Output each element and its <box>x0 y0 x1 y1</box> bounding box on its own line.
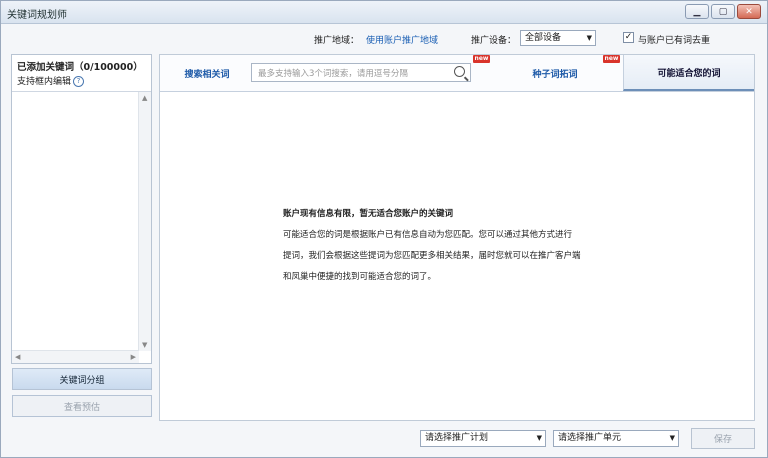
keyword-group-button[interactable]: 关键词分组 <box>12 368 152 390</box>
search-icon[interactable] <box>454 66 465 77</box>
scroll-down-icon[interactable]: ▼ <box>142 341 147 349</box>
title-bar: 关键词规划师 ▁ ▢ ✕ <box>1 1 767 24</box>
dedupe-label: 与账户已有词去重 <box>638 36 711 46</box>
horizontal-scrollbar[interactable]: ◀ ▶ <box>12 350 139 363</box>
maximize-icon[interactable]: ▢ <box>711 4 735 19</box>
empty-state-message: 账户现有信息有限，暂无适合您账户的关键词 可能适合您的词是根据账户已有信息自动为… <box>283 204 613 288</box>
minimize-icon[interactable]: ▁ <box>685 4 709 19</box>
tab-seed-expand[interactable]: 种子词拓词 <box>490 55 620 91</box>
tab-suitable-words[interactable]: 可能适合您的词 <box>623 55 754 91</box>
added-keywords-subtitle: 支持框内编辑? <box>17 74 85 87</box>
added-keywords-panel: 已添加关键词（0/100000） 支持框内编辑? ▲ ▼ ◀ ▶ <box>11 54 152 364</box>
tool-tabs: 搜索相关词 new 种子词拓词 new 可能适合您的词 <box>160 55 754 92</box>
region-label: 推广地域： <box>314 36 360 46</box>
scroll-left-icon[interactable]: ◀ <box>15 353 20 361</box>
added-keywords-header: 已添加关键词（0/100000） 支持框内编辑? <box>12 55 151 92</box>
save-button[interactable]: 保存 <box>691 428 755 449</box>
plan-select[interactable]: 请选择推广计划 ▼ <box>420 430 546 447</box>
chevron-down-icon: ▼ <box>536 434 542 442</box>
view-estimate-button[interactable]: 查看预估 <box>12 395 152 417</box>
help-icon[interactable]: ? <box>73 76 85 87</box>
empty-state-line: 可能适合您的词是根据账户已有信息自动为您匹配。您可以通过其他方式进行 <box>283 230 573 240</box>
device-label: 推广设备： <box>471 36 517 46</box>
window-title: 关键词规划师 <box>7 10 67 21</box>
scroll-right-icon[interactable]: ▶ <box>131 353 136 361</box>
dedupe-checkbox[interactable]: ✓ <box>623 32 634 43</box>
device-select[interactable]: 全部设备 ▼ <box>520 30 596 46</box>
new-badge: new <box>603 55 620 63</box>
unit-select-value: 请选择推广单元 <box>558 433 622 443</box>
keyword-tools-panel: 搜索相关词 new 种子词拓词 new 可能适合您的词 账户现有信息有限，暂无适… <box>159 54 755 421</box>
plan-select-value: 请选择推广计划 <box>425 433 489 443</box>
scroll-up-icon[interactable]: ▲ <box>142 94 147 102</box>
device-select-value: 全部设备 <box>525 33 562 43</box>
keywords-editor[interactable] <box>12 92 142 354</box>
keyword-planner-window: 关键词规划师 ▁ ▢ ✕ 推广地域： 使用账户推广地域 推广设备： 全部设备 ▼… <box>0 0 768 458</box>
chevron-down-icon: ▼ <box>669 434 675 442</box>
region-link[interactable]: 使用账户推广地域 <box>366 33 438 46</box>
empty-state-title: 账户现有信息有限，暂无适合您账户的关键词 <box>283 209 454 219</box>
search-input[interactable] <box>256 65 450 82</box>
chevron-down-icon: ▼ <box>586 34 592 42</box>
added-keywords-title: 已添加关键词（0/100000） <box>17 62 143 73</box>
new-badge: new <box>473 55 490 63</box>
settings-row: 推广地域： 使用账户推广地域 推广设备： 全部设备 ▼ ✓ 与账户已有词去重 <box>1 29 767 47</box>
search-box <box>251 63 471 82</box>
close-icon[interactable]: ✕ <box>737 4 761 19</box>
unit-select[interactable]: 请选择推广单元 ▼ <box>553 430 679 447</box>
empty-state-line: 提词，我们会根据这些提词为您匹配更多相关结果，届时您就可以在推广客户端 <box>283 251 581 261</box>
tab-search-related[interactable]: 搜索相关词 <box>168 55 246 91</box>
vertical-scrollbar[interactable]: ▲ ▼ <box>138 92 151 351</box>
empty-state-line: 和凤巢中便捷的找到可能适合您的词了。 <box>283 272 437 282</box>
